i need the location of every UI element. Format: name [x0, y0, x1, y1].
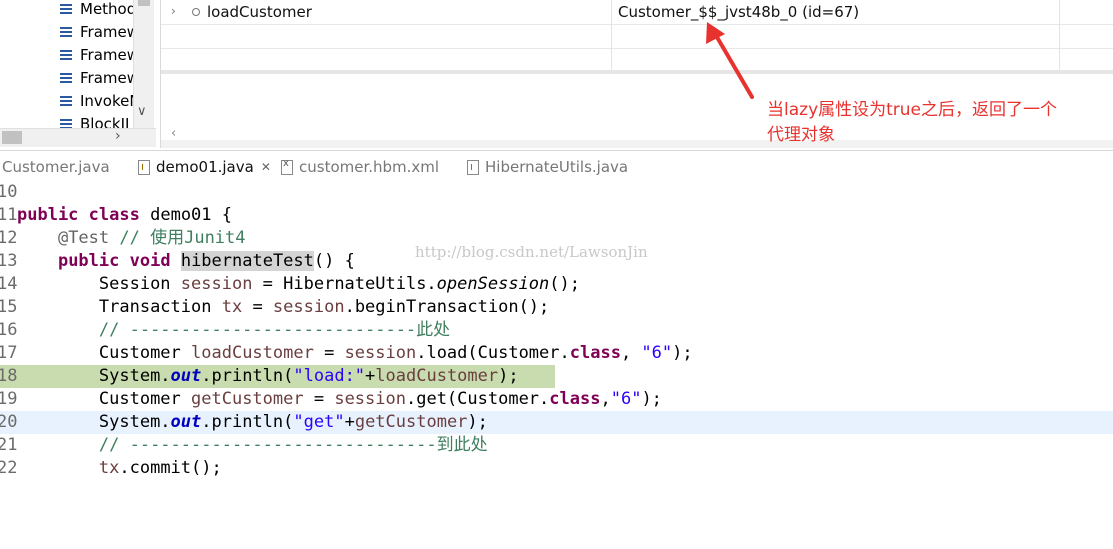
- code-line-current[interactable]: 20 System.out.println("get"+getCustomer)…: [0, 411, 1113, 434]
- method-list-icon: [60, 3, 72, 14]
- method-list-icon: [60, 95, 72, 106]
- tab-demo01-java[interactable]: demo01.java ✕: [132, 151, 279, 183]
- empty-row: [161, 24, 1113, 49]
- line-number: 10: [0, 182, 18, 202]
- code-text: // ----------------------------此处: [98, 320, 451, 340]
- method-list-icon: [60, 118, 72, 129]
- line-number: 22: [0, 458, 18, 478]
- code-line[interactable]: 14 Session session = HibernateUtils.open…: [0, 273, 1113, 296]
- chevron-left-icon[interactable]: ‹: [171, 126, 176, 141]
- tree-item-invoke[interactable]: InvokeN: [60, 89, 141, 112]
- chevron-right-icon[interactable]: ›: [115, 128, 121, 144]
- java-file-icon: [467, 159, 479, 175]
- code-text: Customer getCustomer = session.get(Custo…: [98, 389, 662, 409]
- code-text: tx.commit();: [98, 458, 222, 478]
- line-number: 20: [0, 412, 18, 432]
- tree-item-label: Framew: [80, 22, 140, 41]
- method-list-icon: [60, 49, 72, 60]
- java-file-icon: [138, 159, 150, 175]
- chevron-right-icon[interactable]: ›: [171, 4, 176, 18]
- close-icon[interactable]: ✕: [261, 160, 271, 174]
- code-text: // ------------------------------到此处: [98, 435, 488, 455]
- code-line[interactable]: 21 // ------------------------------到此处: [0, 434, 1113, 457]
- scroll-thumb[interactable]: [138, 0, 150, 6]
- line-number: 18: [0, 366, 18, 386]
- tree-item-label: InvokeN: [80, 91, 141, 110]
- column-divider[interactable]: [1059, 0, 1060, 70]
- tree-item-framew[interactable]: Framew: [60, 66, 139, 89]
- tree-item-framew[interactable]: Framew: [60, 43, 139, 66]
- code-line[interactable]: 10: [0, 181, 1113, 204]
- code-text: @Test // 使用Junit4: [57, 228, 246, 248]
- line-number: 17: [0, 343, 18, 363]
- editor-tab-bar: Customer.java demo01.java ✕ customer.hbm…: [0, 150, 1113, 184]
- variable-name: loadCustomer: [207, 3, 312, 21]
- code-text: System.out.println("load:"+loadCustomer)…: [98, 366, 519, 386]
- variable-row[interactable]: › loadCustomer Customer_$$_jvst48b_0 (id…: [161, 0, 1113, 25]
- tab-label: Customer.java: [2, 158, 110, 176]
- column-divider[interactable]: [611, 0, 612, 70]
- line-number: 11: [0, 205, 18, 225]
- tab-label: customer.hbm.xml: [299, 158, 440, 176]
- tree-item-framew[interactable]: Framew: [60, 20, 139, 43]
- code-line[interactable]: 16 // ----------------------------此处: [0, 319, 1113, 342]
- code-text: Session session = HibernateUtils.openSes…: [98, 274, 580, 294]
- tree-item-label: Method: [80, 0, 137, 18]
- outline-tree: Method Framew Framew Framew InvokeN Bloc…: [0, 0, 156, 148]
- tree-item-method[interactable]: Method: [60, 0, 136, 20]
- code-line[interactable]: 19 Customer getCustomer = session.get(Cu…: [0, 388, 1113, 411]
- method-list-icon: [60, 72, 72, 83]
- line-number: 16: [0, 320, 18, 340]
- variables-horizontal-scrollbar[interactable]: [161, 70, 1113, 74]
- scroll-thumb[interactable]: [2, 131, 22, 144]
- tab-customer-hbm-xml[interactable]: customer.hbm.xml: [281, 151, 439, 183]
- tree-item-label: Framew: [80, 45, 140, 64]
- outline-horizontal-scrollbar[interactable]: ›: [0, 128, 156, 147]
- tree-item-label: Framew: [80, 68, 140, 87]
- line-number: 21: [0, 435, 18, 455]
- line-number: 12: [0, 228, 18, 248]
- method-list-icon: [60, 26, 72, 37]
- annotation-text: 当lazy属性设为true之后，返回了一个 代理对象: [767, 98, 1107, 148]
- outline-vertical-scrollbar[interactable]: ∨: [133, 0, 154, 128]
- line-number: 14: [0, 274, 18, 294]
- line-number: 13: [0, 251, 18, 271]
- tab-label: HibernateUtils.java: [485, 158, 629, 176]
- local-variable-icon: [192, 8, 200, 16]
- code-text: Customer loadCustomer = session.load(Cus…: [98, 343, 693, 363]
- chevron-down-icon[interactable]: ∨: [137, 104, 147, 119]
- line-number: 15: [0, 297, 18, 317]
- code-text: public class demo01 {: [17, 205, 233, 225]
- code-text: System.out.println("get"+getCustomer);: [98, 412, 488, 432]
- annotation-line: 代理对象: [767, 125, 835, 145]
- code-text: public void hibernateTest() {: [57, 251, 355, 271]
- tab-customer-java[interactable]: Customer.java: [2, 151, 110, 183]
- annotation-line: 当lazy属性设为true之后，返回了一个: [767, 100, 1058, 120]
- line-number: 19: [0, 389, 18, 409]
- code-line-highlighted[interactable]: 18 System.out.println("load:"+loadCustom…: [0, 365, 555, 388]
- variable-value: Customer_$$_jvst48b_0 (id=67): [618, 3, 860, 21]
- tab-label: demo01.java: [156, 158, 254, 176]
- watermark: http://blog.csdn.net/LawsonJin: [415, 243, 648, 261]
- tab-hibernateutils-java[interactable]: HibernateUtils.java: [467, 151, 628, 183]
- code-line[interactable]: 17 Customer loadCustomer = session.load(…: [0, 342, 1113, 365]
- code-line[interactable]: 15 Transaction tx = session.beginTransac…: [0, 296, 1113, 319]
- empty-row: [161, 48, 1113, 70]
- code-line[interactable]: 22 tx.commit();: [0, 457, 1113, 480]
- code-text: Transaction tx = session.beginTransactio…: [98, 297, 550, 317]
- xml-file-icon: [281, 158, 293, 175]
- code-line[interactable]: 11 public class demo01 {: [0, 204, 1113, 227]
- code-editor[interactable]: 10 11 public class demo01 { 12 @Test // …: [0, 181, 1113, 484]
